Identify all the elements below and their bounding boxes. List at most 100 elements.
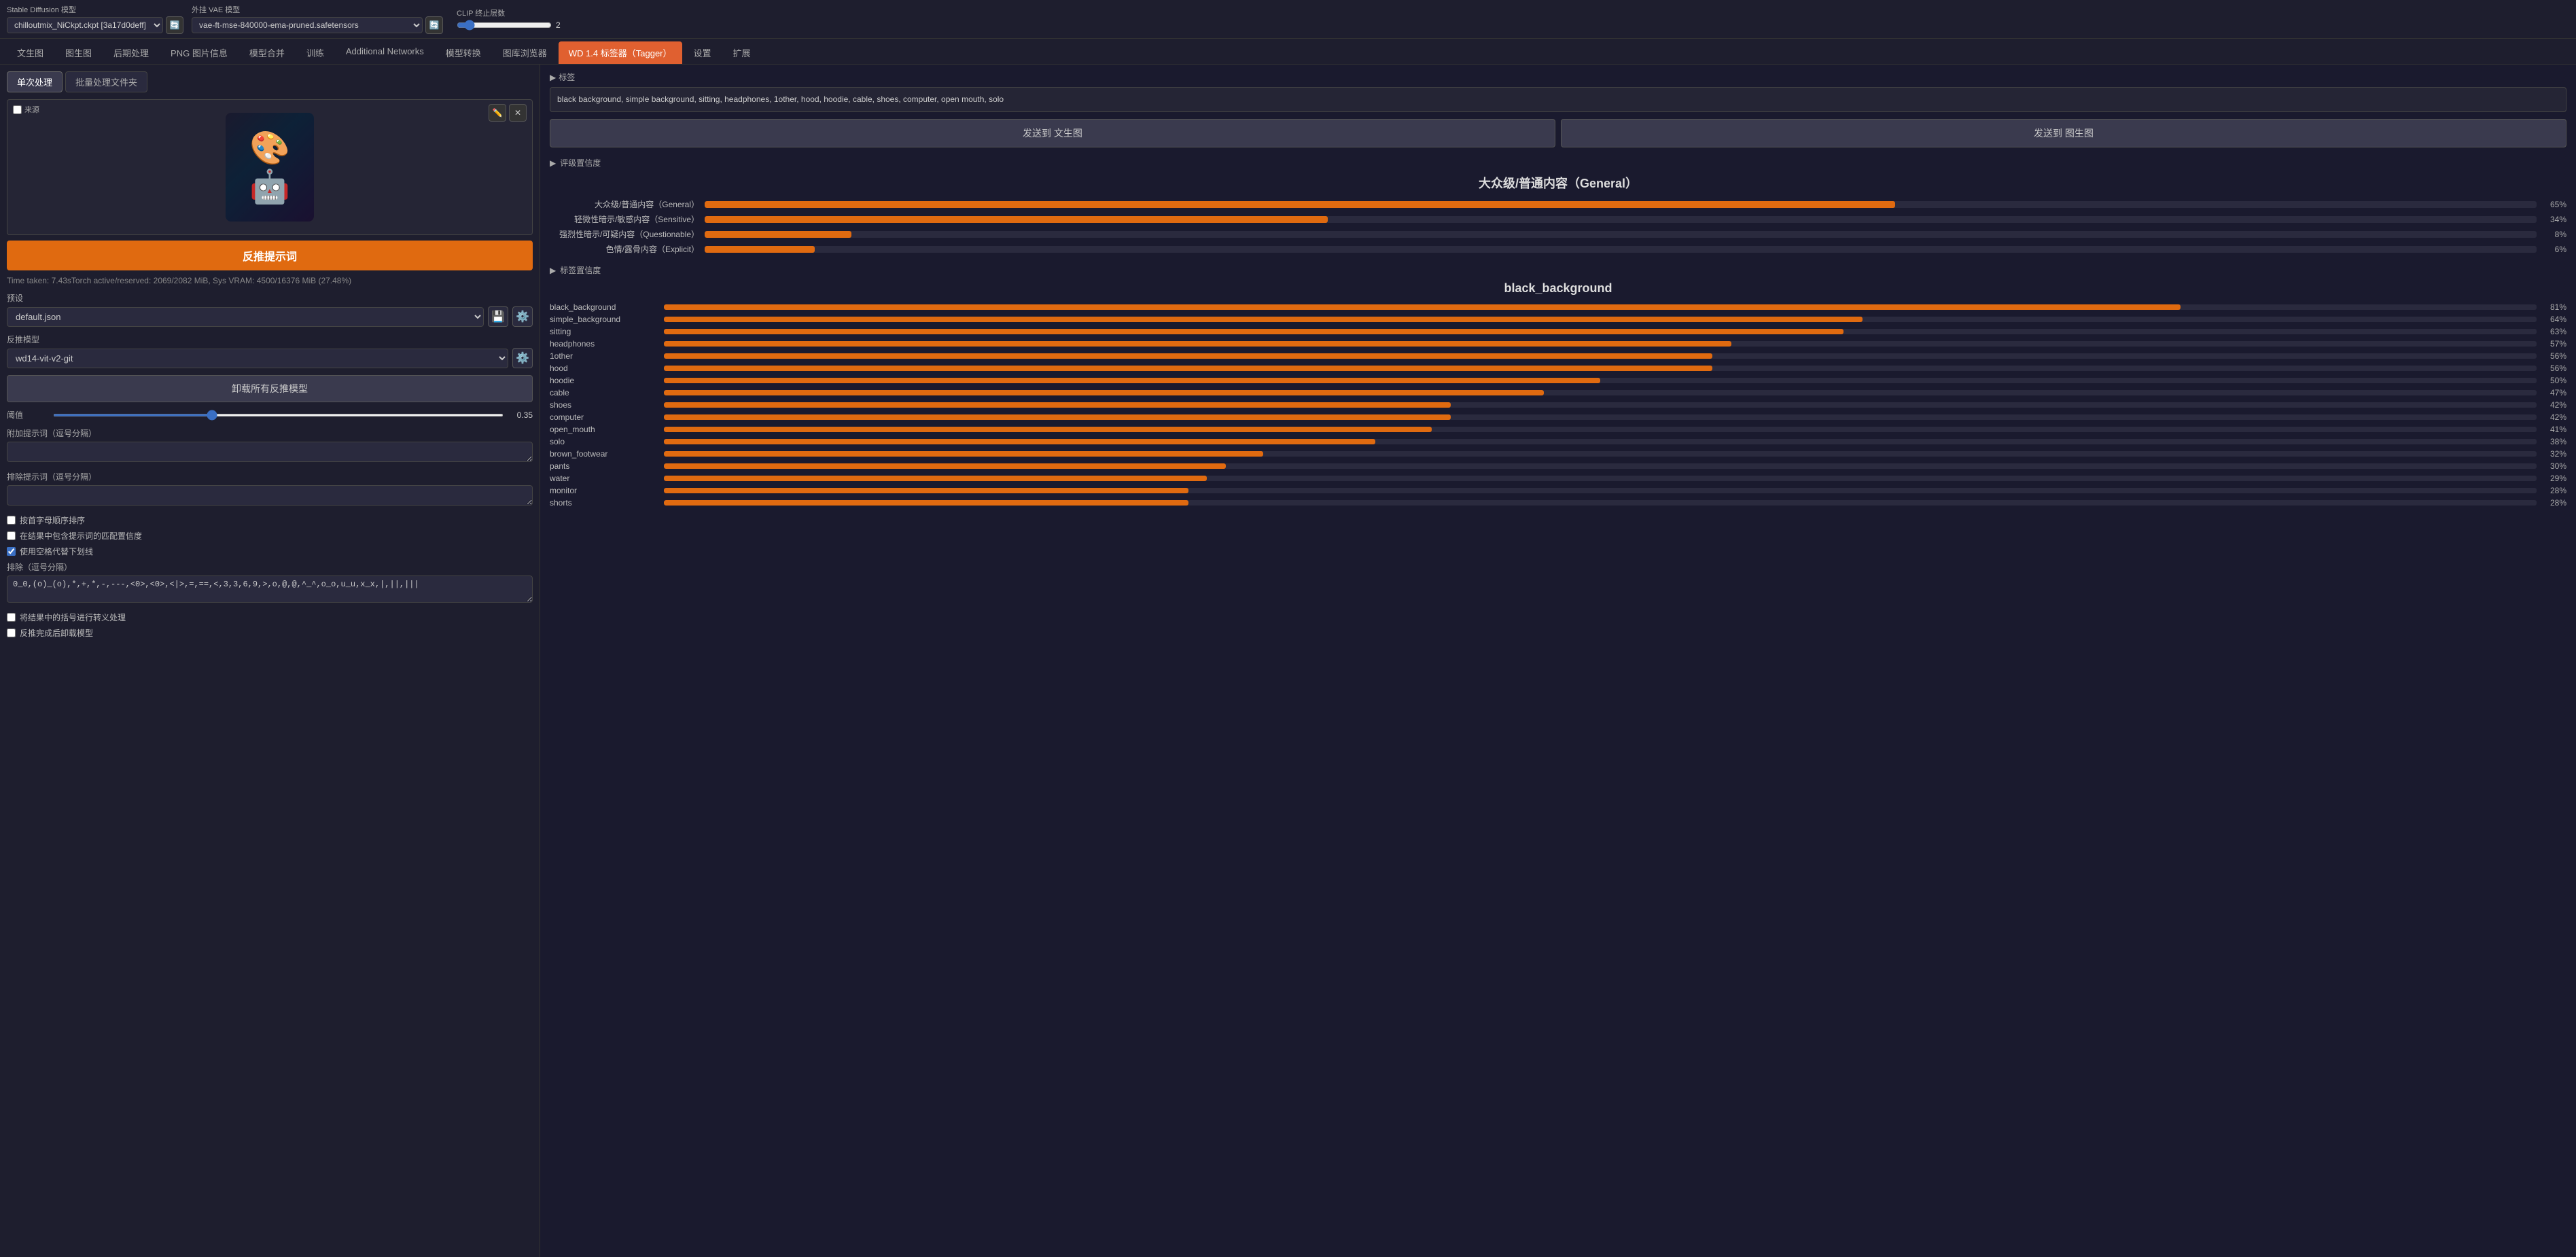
send-txt2img-btn[interactable]: 发送到 文生图 <box>550 119 1555 147</box>
tag-bar-fill <box>664 341 1731 347</box>
tag-bar-row: 1other 56% <box>550 351 2566 361</box>
tag-bar-track <box>664 378 2537 383</box>
tag-bar-row: simple_background 64% <box>550 315 2566 324</box>
tag-bar-fill <box>664 390 1544 395</box>
tag-bar-pct: 81% <box>2542 302 2566 312</box>
tab-extensions[interactable]: 扩展 <box>723 41 761 64</box>
checkbox-underscore-row: 使用空格代替下划线 <box>7 546 533 557</box>
tab-merge[interactable]: 模型合并 <box>239 41 295 64</box>
send-buttons: 发送到 文生图 发送到 图生图 <box>550 119 2566 147</box>
sd-model-refresh-btn[interactable]: 🔄 <box>166 16 183 34</box>
tag-bar-label: shoes <box>550 400 658 410</box>
left-panel: 单次处理 批量处理文件夹 来源 ✏️ ✕ 🎨🤖 反推提示词 Time taken… <box>0 65 540 1257</box>
tag-bar-fill <box>664 488 1188 493</box>
artwork-emoji: 🎨🤖 <box>249 128 290 206</box>
rating-section: ▶ 评级置信度 大众级/普通内容（General） 大众级/普通内容（Gener… <box>550 157 2566 255</box>
tab-pnginfo[interactable]: PNG 图片信息 <box>160 41 238 64</box>
preset-select[interactable]: default.json <box>7 307 484 327</box>
checkbox-unload[interactable] <box>7 628 16 637</box>
vae-model-row: vae-ft-mse-840000-ema-pruned.safetensors… <box>192 16 443 34</box>
rating-title: 大众级/普通内容（General） <box>550 174 2566 192</box>
tab-extras[interactable]: 后期处理 <box>103 41 159 64</box>
tab-convert[interactable]: 模型转换 <box>436 41 491 64</box>
source-checkbox[interactable] <box>13 105 22 114</box>
tag-bar-track <box>664 427 2537 432</box>
tag-bar-pct: 56% <box>2542 364 2566 373</box>
checkbox-escape[interactable] <box>7 613 16 622</box>
threshold-slider[interactable] <box>53 414 504 417</box>
tags-header: ▶ 标签 <box>550 71 2566 83</box>
checkbox-unload-row: 反推完成后卸载模型 <box>7 627 533 639</box>
checkbox-replace[interactable] <box>7 531 16 540</box>
clip-slider[interactable] <box>457 20 552 31</box>
tag-bar-pct: 47% <box>2542 388 2566 397</box>
tag-bar-fill <box>664 329 1843 334</box>
tag-bar-track <box>664 329 2537 334</box>
checkbox-alpha-row: 按首字母顺序排序 <box>7 514 533 526</box>
checkbox-replace-row: 在结果中包含提示词的匹配置信度 <box>7 530 533 542</box>
tag-bars: black_background 81% simple_background 6… <box>550 302 2566 508</box>
tag-bar-row: water 29% <box>550 474 2566 483</box>
rating-bar-pct: 65% <box>2542 200 2566 209</box>
tag-bar-row: pants 30% <box>550 461 2566 471</box>
rating-bars: 大众级/普通内容（General） 65% 轻微性暗示/敏感内容（Sensiti… <box>550 198 2566 255</box>
model-row: wd14-vit-v2-git ⚙️ <box>7 348 533 368</box>
checkbox-underscore[interactable] <box>7 547 16 556</box>
rating-collapse-header[interactable]: ▶ 评级置信度 <box>550 157 2566 169</box>
tag-bar-track <box>664 366 2537 371</box>
model-settings-btn[interactable]: ⚙️ <box>512 348 533 368</box>
preset-save-btn[interactable]: ⚙️ <box>512 306 533 327</box>
tab-train[interactable]: 训练 <box>296 41 334 64</box>
sd-model-select[interactable]: chilloutmix_NiCkpt.ckpt [3a17d0deff] <box>7 17 163 33</box>
pencil-btn[interactable]: ✏️ <box>489 104 506 122</box>
preset-settings-btn[interactable]: 💾 <box>488 306 508 327</box>
sd-model-label: Stable Diffusion 模型 <box>7 4 183 15</box>
vae-model-select[interactable]: vae-ft-mse-840000-ema-pruned.safetensors <box>192 17 423 33</box>
tag-bar-track <box>664 463 2537 469</box>
clip-label: CLIP 终止层数 <box>457 7 561 18</box>
model-select[interactable]: wd14-vit-v2-git <box>7 349 508 368</box>
model-label: 反推模型 <box>7 334 533 345</box>
tag-bar-track <box>664 451 2537 457</box>
interrogate-btn[interactable]: 反推提示词 <box>7 241 533 270</box>
tags-box: black background, simple background, sit… <box>550 87 2566 112</box>
tag-bar-track <box>664 439 2537 444</box>
exclude-tags-input[interactable] <box>7 485 533 506</box>
tag-bar-fill <box>664 476 1207 481</box>
vae-model-refresh-btn[interactable]: 🔄 <box>425 16 443 34</box>
tag-bar-fill <box>664 366 1712 371</box>
tag-bar-pct: 32% <box>2542 449 2566 459</box>
tag-bar-pct: 29% <box>2542 474 2566 483</box>
exclude-tokens-input[interactable]: 0_0,(o)_(o),*,+,*,-,---,<0>,<0>,<|>,=,==… <box>7 576 533 603</box>
checkbox-alpha[interactable] <box>7 516 16 525</box>
main-layout: 单次处理 批量处理文件夹 来源 ✏️ ✕ 🎨🤖 反推提示词 Time taken… <box>0 65 2576 1257</box>
additional-tags-input[interactable] <box>7 442 533 462</box>
rating-bar-row: 轻微性暗示/敏感内容（Sensitive） 34% <box>550 213 2566 225</box>
tab-settings[interactable]: 设置 <box>684 41 722 64</box>
rating-bar-row: 大众级/普通内容（General） 65% <box>550 198 2566 210</box>
tags-collapse-header[interactable]: ▶ 标签置信度 <box>550 264 2566 276</box>
tab-img2img[interactable]: 图生图 <box>55 41 102 64</box>
rating-bar-fill <box>705 246 815 253</box>
tag-bar-row: open_mouth 41% <box>550 425 2566 434</box>
sub-tab-single[interactable]: 单次处理 <box>7 71 63 92</box>
tag-bar-pct: 30% <box>2542 461 2566 471</box>
checkbox-replace-label: 在结果中包含提示词的匹配置信度 <box>20 530 142 542</box>
tab-browser[interactable]: 图库浏览器 <box>493 41 557 64</box>
tag-bar-row: computer 42% <box>550 412 2566 422</box>
checkbox-escape-label: 将结果中的括号进行转义处理 <box>20 612 126 623</box>
tag-bar-label: shorts <box>550 498 658 508</box>
tab-addnets[interactable]: Additional Networks <box>336 41 434 64</box>
vae-model-section: 外挂 VAE 模型 vae-ft-mse-840000-ema-pruned.s… <box>192 4 443 34</box>
unload-btn[interactable]: 卸载所有反推模型 <box>7 375 533 402</box>
image-upload-area[interactable]: 来源 ✏️ ✕ 🎨🤖 <box>7 99 533 235</box>
tab-txt2img[interactable]: 文生图 <box>7 41 54 64</box>
sub-tab-batch[interactable]: 批量处理文件夹 <box>65 71 147 92</box>
rating-bar-fill <box>705 231 851 238</box>
tab-tagger[interactable]: WD 1.4 标签器（Tagger） <box>559 41 682 64</box>
close-image-btn[interactable]: ✕ <box>509 104 527 122</box>
tag-bar-label: 1other <box>550 351 658 361</box>
rating-bar-row: 强烈性暗示/可疑内容（Questionable） 8% <box>550 228 2566 240</box>
send-img2img-btn[interactable]: 发送到 图生图 <box>1561 119 2566 147</box>
tag-bar-row: headphones 57% <box>550 339 2566 349</box>
